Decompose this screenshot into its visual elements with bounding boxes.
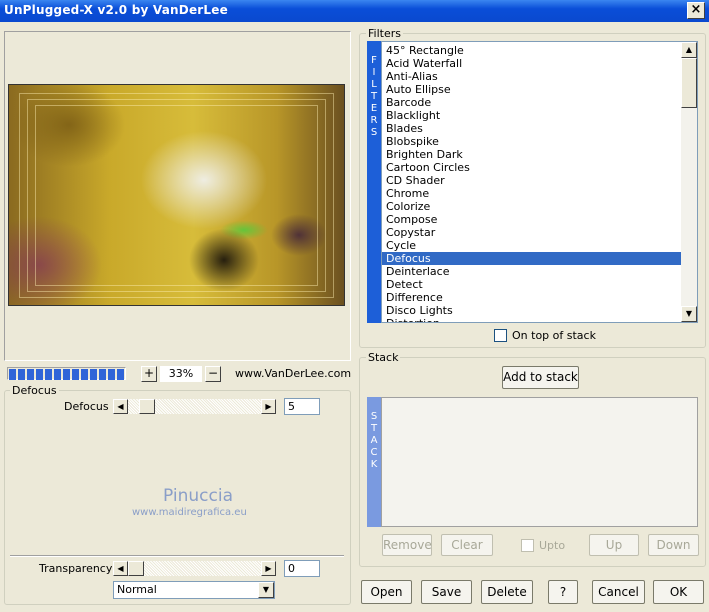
- filter-list-item[interactable]: Cartoon Circles: [382, 161, 682, 174]
- zoom-in-button[interactable]: +: [141, 366, 157, 382]
- transparency-slider[interactable]: ◀ ▶: [113, 561, 276, 576]
- watermark-name: Pinuccia: [163, 486, 233, 506]
- zoom-out-button[interactable]: −: [205, 366, 221, 382]
- transparency-input[interactable]: 0: [284, 560, 320, 577]
- filters-vertical-label: FILTERS: [367, 41, 381, 323]
- filters-list[interactable]: 45° Rectangle Acid Waterfall Anti-Alias Aut…: [381, 41, 698, 323]
- filter-list-item[interactable]: Barcode: [382, 96, 682, 109]
- filter-list-item[interactable]: Deinterlace: [382, 265, 682, 278]
- filter-list-item[interactable]: Colorize: [382, 200, 682, 213]
- filter-list-item[interactable]: Anti-Alias: [382, 70, 682, 83]
- on-top-label[interactable]: On top of stack: [512, 329, 596, 342]
- upto-label[interactable]: Upto: [539, 539, 565, 552]
- filter-list-item[interactable]: Difference: [382, 291, 682, 304]
- transparency-label: Transparency: [39, 562, 113, 575]
- on-top-checkbox[interactable]: [494, 329, 507, 342]
- vertical-label-text: FILTERS: [370, 55, 378, 138]
- title-bar: UnPlugged-X v2.0 by VanDerLee ×: [0, 0, 709, 22]
- filter-list-item[interactable]: Blobspike: [382, 135, 682, 148]
- upto-checkbox[interactable]: [521, 539, 534, 552]
- filter-list-item[interactable]: Chrome: [382, 187, 682, 200]
- slider-left-arrow-icon[interactable]: ◀: [113, 561, 128, 576]
- zoom-level: 33%: [160, 366, 202, 382]
- filter-list-item[interactable]: Disco Lights: [382, 304, 682, 317]
- cancel-button[interactable]: Cancel: [592, 580, 645, 604]
- slider-right-arrow-icon[interactable]: ▶: [261, 561, 276, 576]
- filter-list-item[interactable]: Cycle: [382, 239, 682, 252]
- filter-list-item[interactable]: 45° Rectangle: [382, 44, 682, 57]
- vertical-label-text: STACK: [370, 411, 378, 470]
- stack-group-label: Stack: [366, 351, 401, 364]
- filter-list-item[interactable]: CD Shader: [382, 174, 682, 187]
- blend-mode-value: Normal: [117, 583, 157, 596]
- filter-list-item[interactable]: Auto Ellipse: [382, 83, 682, 96]
- filter-list-item[interactable]: Compose: [382, 213, 682, 226]
- save-button[interactable]: Save: [421, 580, 472, 604]
- parameters-group-label: Defocus: [10, 384, 59, 397]
- slider-right-arrow-icon[interactable]: ▶: [261, 399, 276, 414]
- filters-vertical-text: FILTERS: [367, 55, 381, 139]
- defocus-label: Defocus: [64, 400, 109, 413]
- scroll-thumb[interactable]: [681, 58, 697, 108]
- filter-list-item[interactable]: Acid Waterfall: [382, 57, 682, 70]
- filter-list-item[interactable]: Defocus: [382, 252, 682, 265]
- scroll-up-icon[interactable]: ▲: [681, 42, 697, 58]
- slider-thumb[interactable]: [128, 561, 144, 576]
- progress-bar: [7, 367, 126, 380]
- defocus-slider[interactable]: ◀ ▶: [113, 399, 276, 414]
- slider-thumb[interactable]: [139, 399, 155, 414]
- up-button[interactable]: Up: [589, 534, 639, 556]
- stack-vertical-label: STACK: [367, 397, 381, 527]
- close-button[interactable]: ×: [687, 2, 705, 19]
- filter-list-item[interactable]: Brighten Dark: [382, 148, 682, 161]
- delete-button[interactable]: Delete: [481, 580, 533, 604]
- clear-button[interactable]: Clear: [441, 534, 493, 556]
- separator: [10, 555, 344, 557]
- filters-scrollbar[interactable]: ▲ ▼: [681, 42, 697, 322]
- vanderlee-link[interactable]: www.VanDerLee.com: [235, 366, 351, 382]
- filter-list-item[interactable]: Blades: [382, 122, 682, 135]
- stack-list[interactable]: [381, 397, 698, 527]
- window-title: UnPlugged-X v2.0 by VanDerLee: [4, 3, 228, 17]
- filter-list-item[interactable]: Distortion: [382, 317, 682, 322]
- preview-image[interactable]: [8, 84, 345, 306]
- slider-left-arrow-icon[interactable]: ◀: [113, 399, 128, 414]
- stack-vertical-text: STACK: [367, 411, 381, 471]
- remove-button[interactable]: Remove: [382, 534, 432, 556]
- blend-mode-select[interactable]: Normal ▼: [113, 581, 275, 599]
- help-button[interactable]: ?: [548, 580, 578, 604]
- filter-list-item[interactable]: Blacklight: [382, 109, 682, 122]
- scroll-down-icon[interactable]: ▼: [681, 306, 697, 322]
- defocus-input[interactable]: 5: [284, 398, 320, 415]
- filters-group-label: Filters: [366, 27, 403, 40]
- down-button[interactable]: Down: [648, 534, 699, 556]
- open-button[interactable]: Open: [361, 580, 412, 604]
- chevron-down-icon[interactable]: ▼: [258, 582, 274, 598]
- filter-list-item[interactable]: Detect: [382, 278, 682, 291]
- add-to-stack-button[interactable]: Add to stack: [502, 366, 579, 389]
- ok-button[interactable]: OK: [653, 580, 704, 604]
- watermark-url: www.maidiregrafica.eu: [132, 507, 247, 518]
- filter-list-item[interactable]: Copystar: [382, 226, 682, 239]
